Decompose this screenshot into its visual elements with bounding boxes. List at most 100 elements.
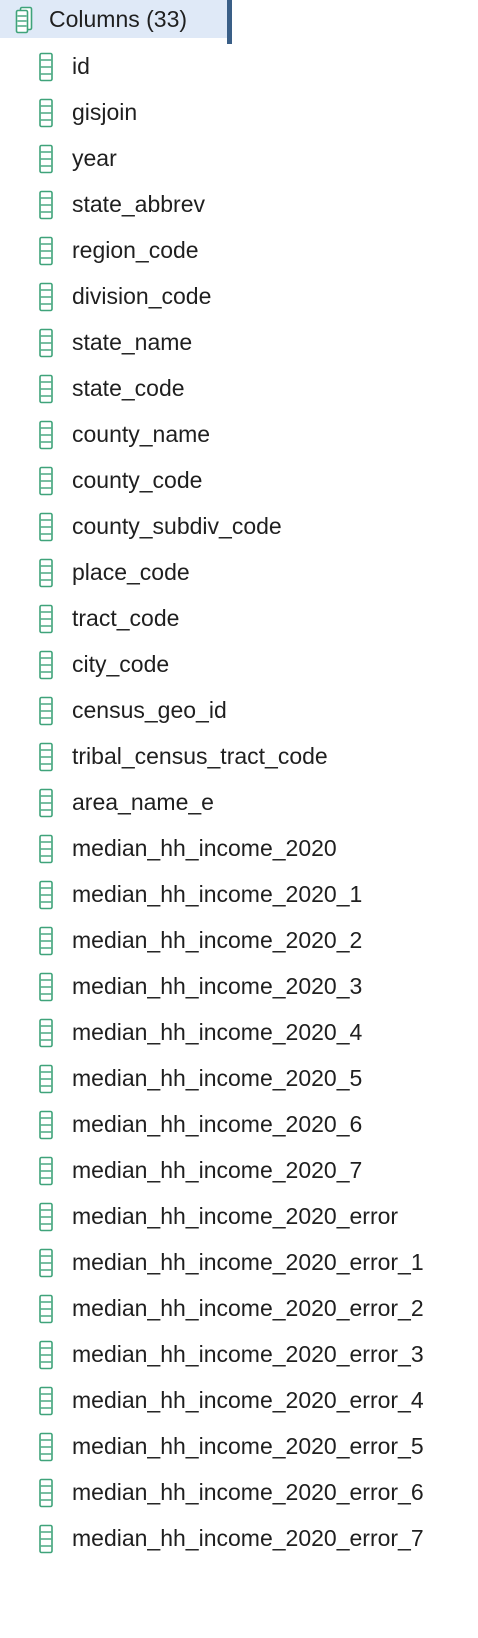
column-item[interactable]: median_hh_income_2020_7 <box>0 1150 478 1196</box>
column-item[interactable]: county_code <box>0 460 478 506</box>
columns-folder-label: Columns (33) <box>49 6 188 32</box>
column-name: city_code <box>72 651 170 677</box>
column-icon <box>38 834 54 864</box>
column-icon <box>38 52 54 82</box>
column-icon <box>38 1340 54 1370</box>
column-icon <box>38 696 54 726</box>
column-icon <box>38 1524 54 1554</box>
column-icon <box>38 1018 54 1048</box>
column-name: division_code <box>72 283 212 309</box>
column-item[interactable]: median_hh_income_2020_error_2 <box>0 1288 478 1334</box>
column-name: state_abbrev <box>72 191 205 217</box>
column-item[interactable]: median_hh_income_2020_6 <box>0 1104 478 1150</box>
column-icon <box>38 1294 54 1324</box>
column-item[interactable]: census_geo_id <box>0 690 478 736</box>
column-name: median_hh_income_2020_error_3 <box>72 1341 424 1367</box>
column-icon <box>38 282 54 312</box>
column-item[interactable]: median_hh_income_2020_5 <box>0 1058 478 1104</box>
column-icon <box>38 236 54 266</box>
column-item[interactable]: median_hh_income_2020_4 <box>0 1012 478 1058</box>
column-name: county_subdiv_code <box>72 513 282 539</box>
column-name: median_hh_income_2020_error <box>72 1203 399 1229</box>
column-name: id <box>72 53 90 79</box>
column-icon <box>38 972 54 1002</box>
column-item[interactable]: median_hh_income_2020_3 <box>0 966 478 1012</box>
column-item[interactable]: median_hh_income_2020_error_5 <box>0 1426 478 1472</box>
column-item[interactable]: region_code <box>0 230 478 276</box>
columns-tree: Columns (33) id gisjoin year state_abbrevre… <box>0 0 478 1556</box>
column-item[interactable]: tract_code <box>0 598 478 644</box>
column-name: median_hh_income_2020_error_7 <box>72 1525 424 1551</box>
column-icon <box>38 1248 54 1278</box>
column-icon <box>38 788 54 818</box>
selection-indicator <box>227 0 232 44</box>
column-icon <box>38 466 54 496</box>
column-name: median_hh_income_2020_5 <box>72 1065 363 1091</box>
column-name: median_hh_income_2020_6 <box>72 1111 363 1137</box>
columns-folder-icon <box>14 6 36 34</box>
column-item[interactable]: city_code <box>0 644 478 690</box>
column-name: median_hh_income_2020_1 <box>72 881 363 907</box>
column-name: median_hh_income_2020_2 <box>72 927 363 953</box>
column-name: median_hh_income_2020_error_6 <box>72 1479 424 1505</box>
column-item[interactable]: median_hh_income_2020_error_4 <box>0 1380 478 1426</box>
column-icon <box>38 650 54 680</box>
column-item[interactable]: year <box>0 138 478 184</box>
column-list: id gisjoin year state_abbrev region_codedivi… <box>0 46 478 1564</box>
column-name: year <box>72 145 117 171</box>
column-icon <box>38 880 54 910</box>
column-icon <box>38 558 54 588</box>
column-item[interactable]: state_name <box>0 322 478 368</box>
column-name: region_code <box>72 237 199 263</box>
column-item[interactable]: state_code <box>0 368 478 414</box>
column-item[interactable]: median_hh_income_2020_error <box>0 1196 478 1242</box>
column-item[interactable]: county_name <box>0 414 478 460</box>
column-item[interactable]: median_hh_income_2020_error_7 <box>0 1518 478 1564</box>
column-icon <box>38 144 54 174</box>
column-icon <box>38 742 54 772</box>
column-item[interactable]: median_hh_income_2020_2 <box>0 920 478 966</box>
column-item[interactable]: median_hh_income_2020_1 <box>0 874 478 920</box>
column-item[interactable]: tribal_census_tract_code <box>0 736 478 782</box>
column-icon <box>38 926 54 956</box>
column-name: place_code <box>72 559 190 585</box>
column-icon <box>38 1064 54 1094</box>
column-name: area_name_e <box>72 789 214 815</box>
column-icon <box>38 1202 54 1232</box>
column-name: state_name <box>72 329 193 355</box>
column-item[interactable]: state_abbrev <box>0 184 478 230</box>
column-name: gisjoin <box>72 99 138 125</box>
column-item[interactable]: median_hh_income_2020 <box>0 828 478 874</box>
column-item[interactable]: area_name_e <box>0 782 478 828</box>
column-name: median_hh_income_2020_error_4 <box>72 1387 424 1413</box>
column-name: median_hh_income_2020_7 <box>72 1157 363 1183</box>
column-item[interactable]: division_code <box>0 276 478 322</box>
column-name: tract_code <box>72 605 180 631</box>
column-icon <box>38 1110 54 1140</box>
column-icon <box>38 1478 54 1508</box>
column-item[interactable]: gisjoin <box>0 92 478 138</box>
column-icon <box>38 1156 54 1186</box>
column-icon <box>38 1386 54 1416</box>
column-item[interactable]: id <box>0 46 478 92</box>
column-item[interactable]: median_hh_income_2020_error_1 <box>0 1242 478 1288</box>
column-icon <box>38 512 54 542</box>
column-item[interactable]: median_hh_income_2020_error_3 <box>0 1334 478 1380</box>
column-name: median_hh_income_2020_error_2 <box>72 1295 424 1321</box>
column-name: county_code <box>72 467 203 493</box>
column-name: state_code <box>72 375 185 401</box>
column-icon <box>38 604 54 634</box>
column-icon <box>38 1432 54 1462</box>
column-name: median_hh_income_2020_error_5 <box>72 1433 424 1459</box>
column-icon <box>38 190 54 220</box>
column-item[interactable]: place_code <box>0 552 478 598</box>
columns-folder-node[interactable]: Columns (33) <box>0 0 232 44</box>
column-name: census_geo_id <box>72 697 227 723</box>
column-name: median_hh_income_2020_3 <box>72 973 363 999</box>
column-icon <box>38 328 54 358</box>
column-icon <box>38 420 54 450</box>
column-name: median_hh_income_2020 <box>72 835 337 861</box>
column-item[interactable]: median_hh_income_2020_error_6 <box>0 1472 478 1518</box>
column-name: median_hh_income_2020_error_1 <box>72 1249 424 1275</box>
column-item[interactable]: county_subdiv_code <box>0 506 478 552</box>
